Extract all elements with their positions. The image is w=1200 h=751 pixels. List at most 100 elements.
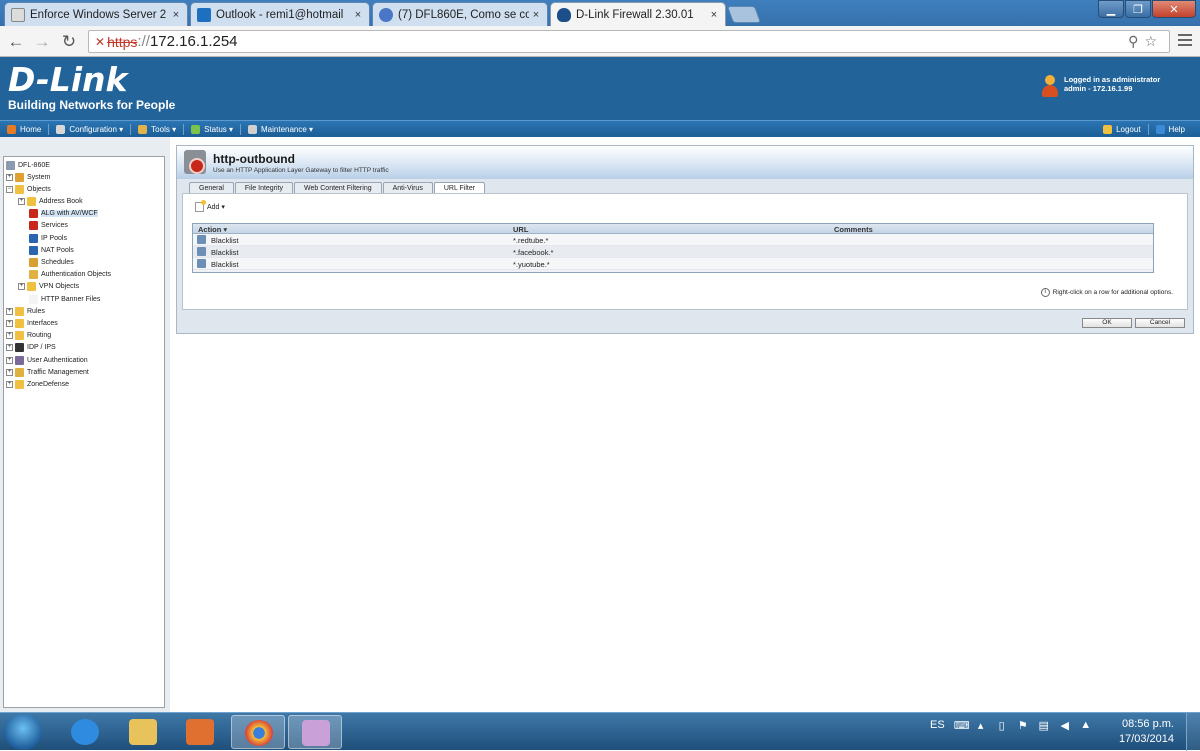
browser-tab-active[interactable]: D-Link Firewall 2.30.01 × (550, 2, 726, 26)
column-url[interactable]: URL (513, 225, 528, 234)
tree-item[interactable]: + Address Book (18, 195, 83, 207)
add-new-icon (195, 200, 206, 212)
taskbar-app[interactable] (288, 715, 342, 749)
tree-item[interactable]: − Objects (6, 183, 51, 195)
menu-tools[interactable]: Tools ▾ (131, 123, 185, 135)
expand-icon[interactable]: + (6, 332, 13, 340)
system-tray: ES ⌨ ▴ ▯ ⚑ ▤ ◀ ▲ (930, 719, 1092, 732)
tree-item[interactable]: + Rules (6, 305, 45, 317)
add-button[interactable]: Add ▾ (195, 200, 225, 212)
close-tab-icon[interactable]: × (169, 9, 183, 21)
tree-node-icon (29, 257, 38, 267)
expand-icon[interactable]: + (6, 368, 13, 376)
help-icon (1155, 125, 1165, 134)
menu-logout[interactable]: Logout (1096, 124, 1149, 135)
tree-item[interactable]: + Traffic Management (6, 366, 89, 378)
column-comments[interactable]: Comments (834, 225, 873, 234)
expand-icon[interactable]: + (6, 319, 13, 327)
forward-icon[interactable]: → (33, 32, 51, 52)
tree-label: HTTP Banner Files (41, 295, 101, 303)
tree-item[interactable]: + Interfaces (6, 317, 58, 329)
expand-icon[interactable]: + (6, 344, 13, 352)
close-tab-icon[interactable]: × (351, 9, 365, 21)
menu-help[interactable]: Help (1149, 124, 1192, 135)
url-host: 172.16.1.254 (149, 33, 238, 50)
table-row[interactable]: Blacklist *.redtube.* (193, 234, 1153, 246)
close-tab-icon[interactable]: × (529, 9, 543, 21)
bookmark-star-icon[interactable]: ☆ (1144, 33, 1163, 49)
show-hidden-icons-icon[interactable]: ▴ (975, 719, 987, 732)
tree-item[interactable]: + User Authentication (6, 354, 88, 366)
ok-button[interactable]: OK (1082, 318, 1132, 328)
tree-node-icon (15, 379, 24, 389)
tree-root[interactable]: DFL-860E (6, 159, 50, 171)
battery-icon[interactable]: ▯ (996, 719, 1008, 732)
tree-item[interactable]: + VPN Objects (18, 281, 79, 293)
search-icon[interactable]: ⚲ (1128, 33, 1144, 49)
tree-item[interactable]: NAT Pools (18, 244, 74, 256)
language-indicator[interactable]: ES (930, 719, 945, 731)
tree-item[interactable]: Authentication Objects (18, 269, 111, 281)
network-icon[interactable]: ▤ (1038, 719, 1050, 732)
panel-header: http-outbound Use an HTTP Application La… (177, 146, 1193, 179)
reload-icon[interactable]: ↻ (60, 32, 78, 52)
browser-menu-icon[interactable] (1178, 34, 1192, 48)
start-button[interactable] (4, 714, 42, 750)
taskbar-app-active[interactable] (231, 715, 285, 749)
browser-tab[interactable]: (7) DFL860E, Como se con × (372, 2, 548, 26)
tree-label: ALG with AV/WCF (41, 210, 98, 218)
collapse-icon[interactable]: − (6, 185, 13, 193)
browser-tab[interactable]: Enforce Windows Server 2 × (4, 2, 188, 26)
table-row[interactable]: Blacklist *.yuotube.* (193, 258, 1153, 270)
tree-item[interactable]: IP Pools (18, 232, 67, 244)
dlink-header: D-Link Building Networks for People Logg… (0, 57, 1200, 120)
taskbar-app[interactable] (58, 715, 112, 749)
browser-tab[interactable]: Outlook - remi1@hotmail × (190, 2, 370, 26)
close-tab-icon[interactable]: × (707, 9, 721, 21)
menu-configuration[interactable]: Configuration ▾ (49, 123, 132, 135)
browser-toolbar: ← → ↻ ✕ https :// 172.16.1.254 ⚲☆ (0, 26, 1200, 57)
tree-item[interactable]: + ZoneDefense (6, 378, 69, 390)
menu-home[interactable]: Home (0, 123, 50, 135)
menu-maintenance[interactable]: Maintenance ▾ (241, 124, 320, 135)
home-icon (7, 124, 16, 134)
tree-item[interactable]: + IDP / IPS (6, 342, 56, 354)
maximize-icon[interactable]: ❐ (1125, 0, 1151, 18)
volume-icon[interactable]: ◀ (1059, 719, 1071, 732)
page-title: http-outbound (213, 152, 295, 166)
tree-item[interactable]: + System (6, 171, 50, 183)
column-action[interactable]: Action ▾ (198, 225, 227, 234)
taskbar-app[interactable] (173, 715, 227, 749)
drive-icon[interactable]: ▲ (1080, 719, 1092, 731)
table-row[interactable]: Blacklist *.facebook.* (193, 246, 1153, 258)
minimize-icon[interactable]: ▁ (1098, 0, 1124, 18)
tree-item[interactable]: ALG with AV/WCF (18, 208, 98, 220)
insecure-lock-icon[interactable]: ✕ (95, 35, 105, 49)
keyboard-icon[interactable]: ⌨ (954, 719, 970, 732)
expand-icon[interactable]: + (18, 197, 25, 205)
cancel-button[interactable]: Cancel (1135, 318, 1185, 328)
user-avatar-icon (1042, 75, 1058, 97)
menu-label: Help (1168, 125, 1185, 134)
address-bar[interactable]: ✕ https :// 172.16.1.254 ⚲☆ (88, 30, 1170, 53)
expand-icon[interactable]: + (18, 283, 25, 291)
tree-label: User Authentication (27, 356, 88, 364)
menu-status[interactable]: Status ▾ (184, 123, 242, 135)
tree-item[interactable]: Services (18, 220, 68, 232)
expand-icon[interactable]: + (6, 173, 13, 181)
show-desktop-button[interactable] (1186, 713, 1200, 751)
tree-node-icon (29, 209, 38, 219)
close-window-icon[interactable]: ✕ (1152, 0, 1196, 18)
tree-item[interactable]: + Routing (6, 330, 51, 342)
expand-icon[interactable]: + (6, 356, 13, 364)
tree-item[interactable]: HTTP Banner Files (18, 293, 100, 305)
action-center-flag-icon[interactable]: ⚑ (1017, 719, 1029, 732)
new-tab-button[interactable] (726, 6, 762, 23)
expand-icon[interactable]: + (6, 307, 13, 315)
expand-icon[interactable]: + (6, 380, 13, 388)
taskbar-app[interactable] (116, 715, 170, 749)
back-icon[interactable]: ← (7, 32, 25, 52)
tree-item[interactable]: Schedules (18, 256, 74, 268)
tree-label: ZoneDefense (27, 380, 70, 388)
clock[interactable]: 08:56 p.m. 17/03/2014 (1110, 717, 1174, 747)
